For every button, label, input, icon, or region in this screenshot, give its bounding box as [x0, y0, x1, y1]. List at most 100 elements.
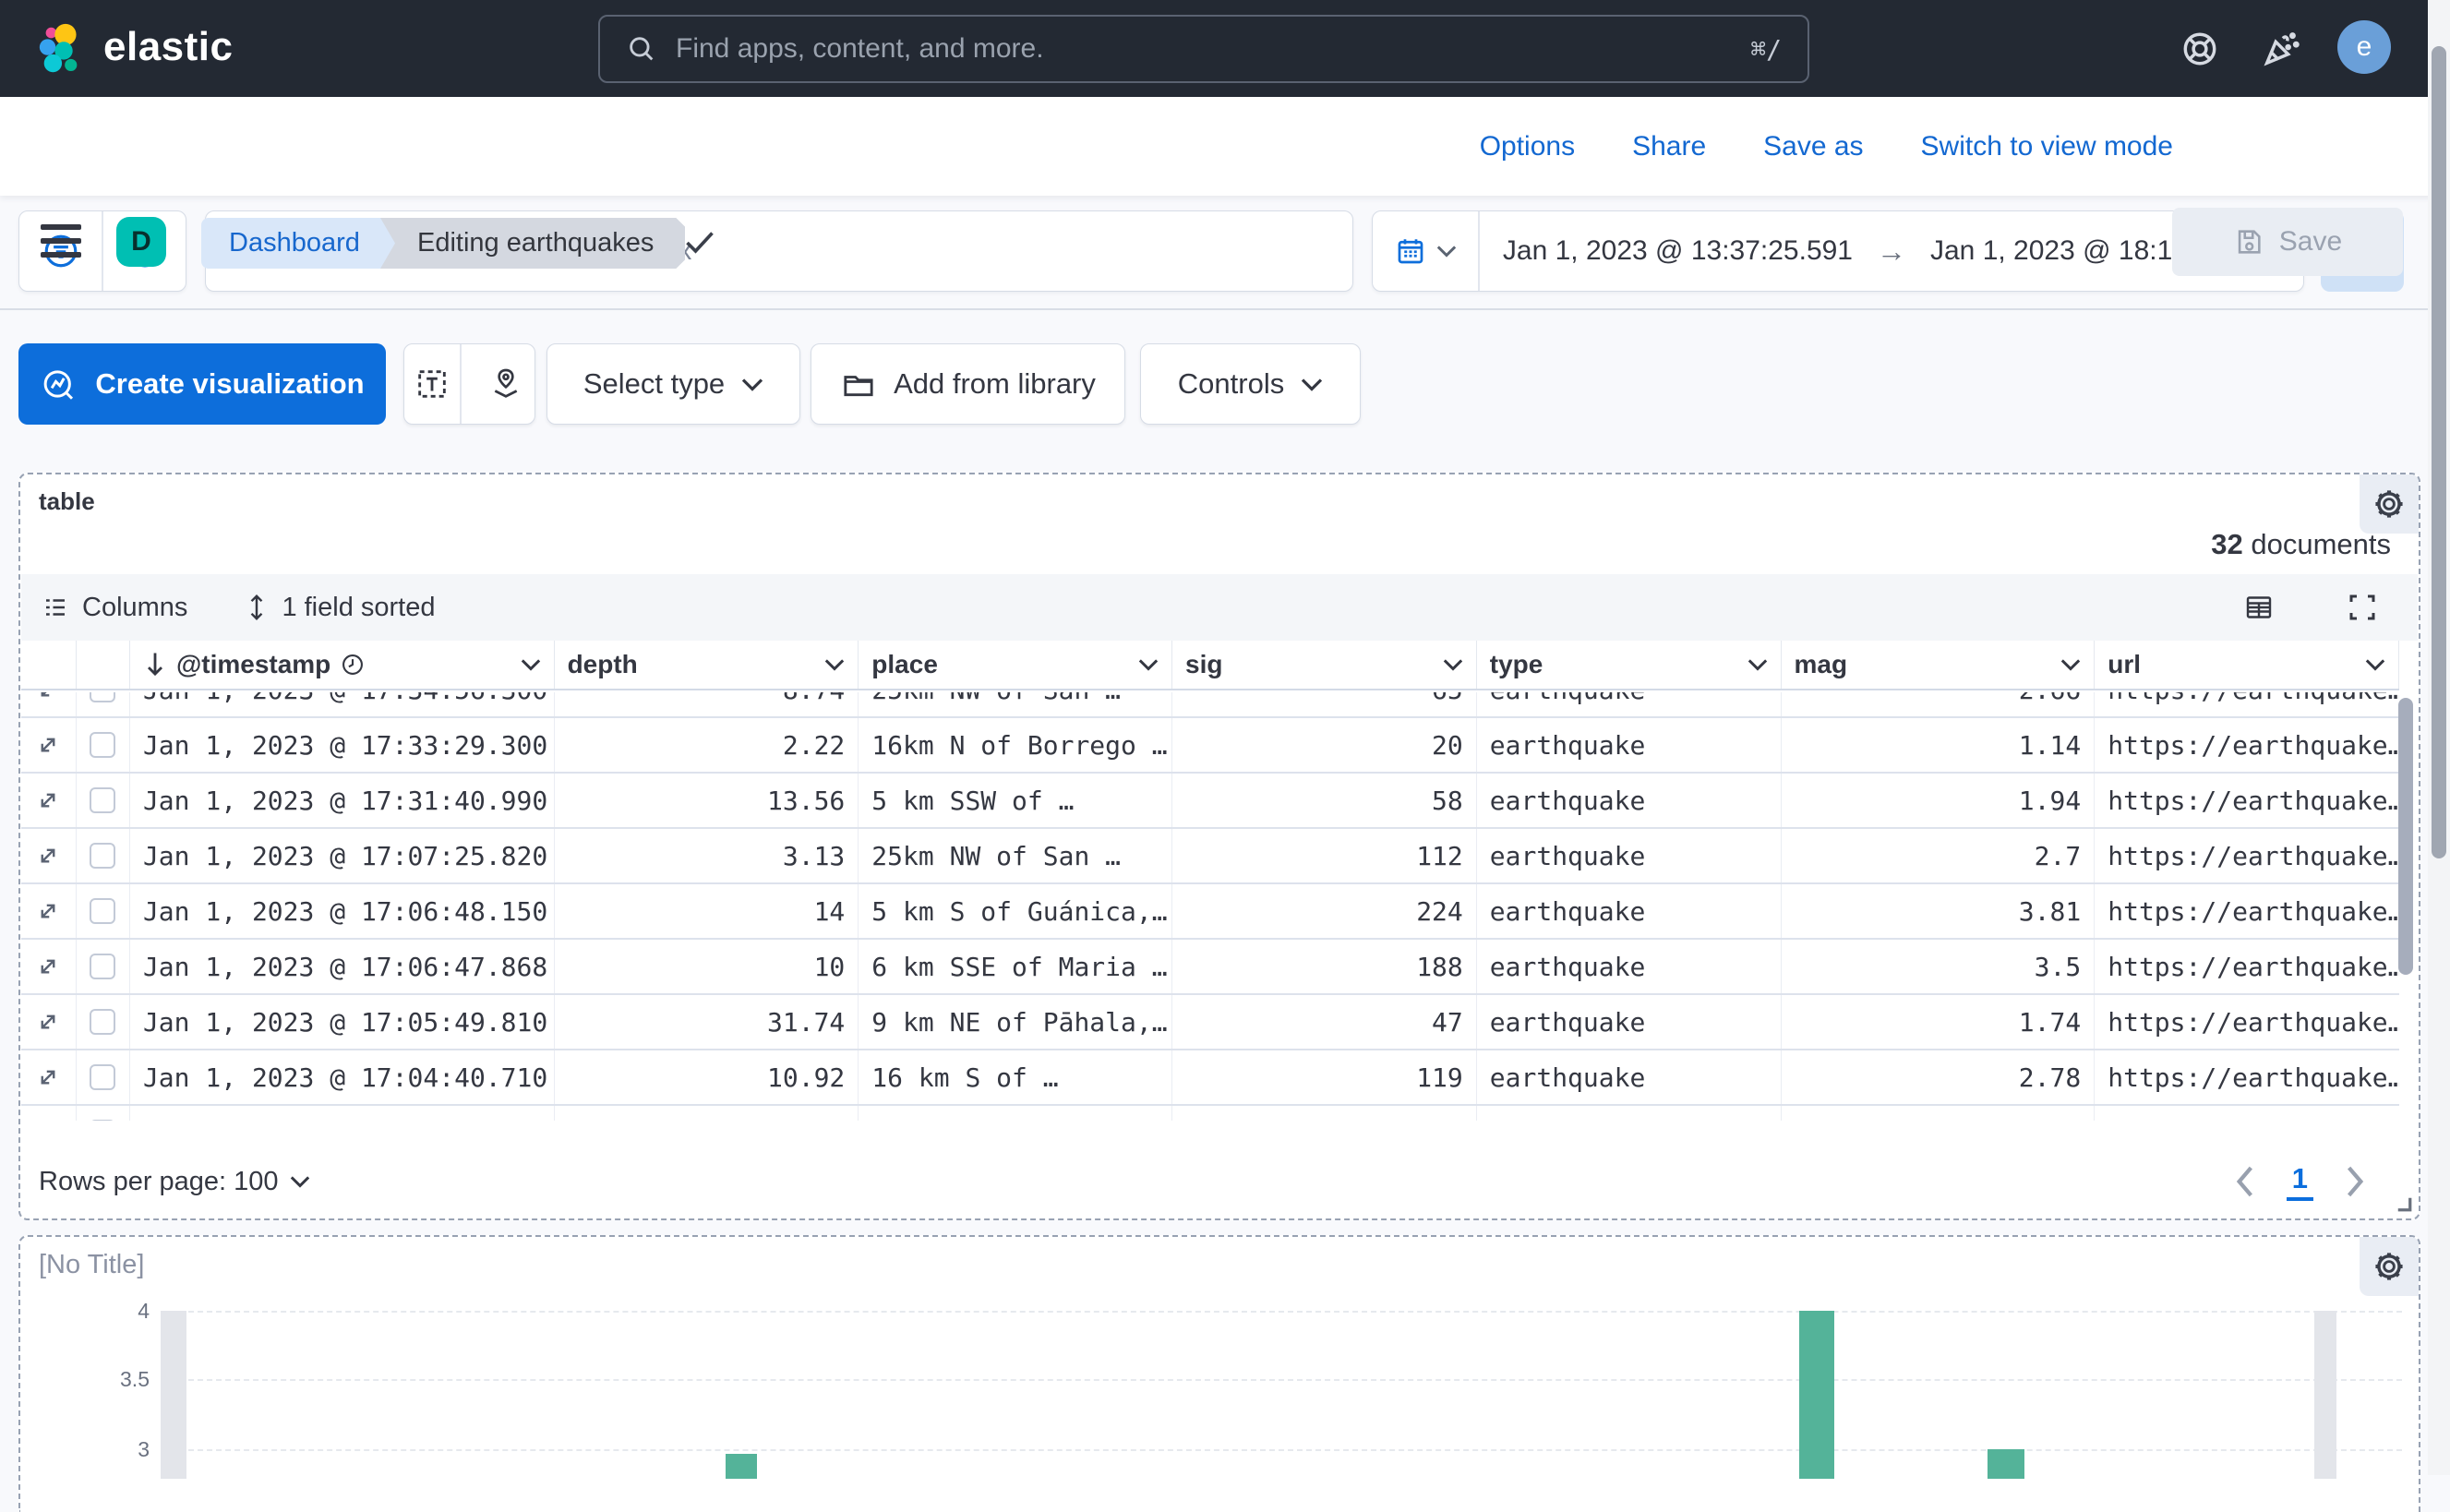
switch-to-view-mode-link[interactable]: Switch to view mode [1921, 131, 2173, 162]
global-search-input[interactable]: Find apps, content, and more. ⌘/ [598, 15, 1809, 83]
column-header-depth[interactable]: depth [555, 641, 859, 689]
page-scrollbar[interactable] [2428, 0, 2450, 1475]
row-checkbox[interactable] [77, 1106, 130, 1121]
breadcrumb-check-icon[interactable] [683, 228, 716, 258]
cell-mag: 1.14 [1782, 718, 2096, 772]
date-from[interactable]: Jan 1, 2023 @ 13:37:25.591 [1503, 235, 1853, 267]
cell-type: earthquake [1477, 940, 1782, 993]
expand-row-button[interactable] [21, 692, 77, 716]
row-checkbox[interactable] [77, 884, 130, 938]
cell-place [859, 1106, 1172, 1121]
next-page-button[interactable] [2345, 1166, 2365, 1197]
column-menu-chevron[interactable] [1747, 658, 1768, 671]
column-menu-chevron[interactable] [521, 658, 541, 671]
fullscreen-icon [2346, 591, 2379, 624]
cell-url: https://earthquake… [2095, 692, 2399, 716]
sort-desc-icon [143, 652, 167, 678]
header-label: place [871, 650, 938, 679]
table-row: Jan 1, 2023 @ 17:04:40.710 10.92 16 km S… [21, 1050, 2399, 1106]
create-visualization-button[interactable]: Create visualization [18, 343, 386, 425]
column-menu-chevron[interactable] [1138, 658, 1159, 671]
row-checkbox[interactable] [77, 1050, 130, 1104]
row-checkbox[interactable] [77, 829, 130, 882]
grid-toolbar: Columns 1 field sorted [21, 574, 2418, 641]
add-from-library-button[interactable]: Add from library [811, 343, 1125, 425]
expand-row-button[interactable] [21, 718, 77, 772]
columns-selector-button[interactable]: Columns [42, 593, 187, 623]
breadcrumb-current[interactable]: Editing earthquakes [380, 218, 685, 269]
column-menu-chevron[interactable] [1443, 658, 1463, 671]
table-scrollbar-thumb[interactable] [2398, 698, 2413, 975]
column-header-timestamp[interactable]: @timestamp [130, 641, 555, 689]
page-scrollbar-thumb[interactable] [2432, 46, 2446, 858]
cell-place: 25km NW of San … [859, 829, 1172, 882]
row-checkbox[interactable] [77, 995, 130, 1049]
fullscreen-button[interactable] [2346, 591, 2379, 624]
rows-per-page-button[interactable]: Rows per page: 100 [39, 1167, 310, 1197]
cell-place: 25km NW of San … [859, 692, 1172, 716]
user-avatar[interactable]: e [2337, 20, 2391, 74]
breadcrumb-dashboard[interactable]: Dashboard [201, 218, 402, 269]
space-initial: D [131, 226, 151, 258]
column-menu-chevron[interactable] [2365, 658, 2385, 671]
table-scrollbar[interactable] [2398, 692, 2413, 1121]
save-button-label: Save [2279, 226, 2342, 258]
column-menu-chevron[interactable] [2060, 658, 2081, 671]
previous-page-button[interactable] [2235, 1166, 2255, 1197]
dashboard-nav-bar: D Dashboard Editing earthquakes Options … [0, 97, 2450, 196]
space-avatar[interactable]: D [116, 217, 166, 267]
expand-icon [34, 692, 62, 703]
panel-resize-handle[interactable] [2389, 1189, 2413, 1213]
header-expand-spacer [21, 641, 77, 689]
expand-row-button[interactable] [21, 1106, 77, 1121]
add-from-library-label: Add from library [894, 367, 1096, 401]
elastic-logo-icon[interactable] [35, 20, 92, 78]
save-button[interactable]: Save [2172, 208, 2403, 276]
row-checkbox[interactable] [77, 774, 130, 827]
news-party-popper-icon[interactable] [2256, 24, 2306, 74]
expand-row-button[interactable] [21, 774, 77, 827]
header-label: url [2108, 650, 2141, 679]
expand-row-button[interactable] [21, 995, 77, 1049]
controls-button[interactable]: Controls [1140, 343, 1361, 425]
expand-row-button[interactable] [21, 829, 77, 882]
search-shortcut-hint: ⌘/ [1750, 34, 1782, 65]
options-link[interactable]: Options [1480, 131, 1575, 162]
expand-icon [34, 786, 62, 814]
row-checkbox[interactable] [77, 718, 130, 772]
cell-sig: 58 [1172, 774, 1477, 827]
chevron-down-icon [1436, 245, 1457, 258]
edit-toolbar: Create visualization Select type [0, 310, 2450, 473]
column-header-type[interactable]: type [1477, 641, 1782, 689]
save-as-link[interactable]: Save as [1763, 131, 1863, 162]
select-type-button[interactable]: Select type [546, 343, 800, 425]
rows-per-page-label: Rows per page: 100 [39, 1167, 279, 1197]
row-checkbox[interactable] [77, 692, 130, 716]
share-link[interactable]: Share [1632, 131, 1706, 162]
help-icon[interactable] [2175, 24, 2225, 74]
add-text-icon[interactable] [404, 344, 462, 424]
expand-row-button[interactable] [21, 884, 77, 938]
row-checkbox[interactable] [77, 940, 130, 993]
date-quick-select-button[interactable] [1373, 211, 1480, 291]
page-number-1[interactable]: 1 [2287, 1162, 2313, 1201]
gear-icon [2372, 486, 2407, 522]
panel-settings-button[interactable] [2360, 474, 2419, 534]
column-header-mag[interactable]: mag [1782, 641, 2096, 689]
column-header-sig[interactable]: sig [1172, 641, 1477, 689]
checkbox [90, 1064, 115, 1090]
column-header-url[interactable]: url [2095, 641, 2399, 689]
cell-url: https://earthquake… [2095, 884, 2399, 938]
column-menu-chevron[interactable] [824, 658, 845, 671]
cell-timestamp: Jan 1, 2023 @ 17:06:47.868 [130, 940, 555, 993]
cell-sig: 224 [1172, 884, 1477, 938]
menu-hamburger-icon[interactable] [41, 224, 81, 258]
sorted-fields-button[interactable]: 1 field sorted [245, 593, 435, 623]
column-header-place[interactable]: place [859, 641, 1172, 689]
expand-row-button[interactable] [21, 1050, 77, 1104]
header-select-all[interactable] [77, 641, 130, 689]
expand-row-button[interactable] [21, 940, 77, 993]
add-map-icon[interactable] [478, 344, 534, 424]
dashboard-action-links: Options Share Save as Switch to view mod… [1480, 97, 2173, 196]
display-density-button[interactable] [2242, 591, 2276, 624]
